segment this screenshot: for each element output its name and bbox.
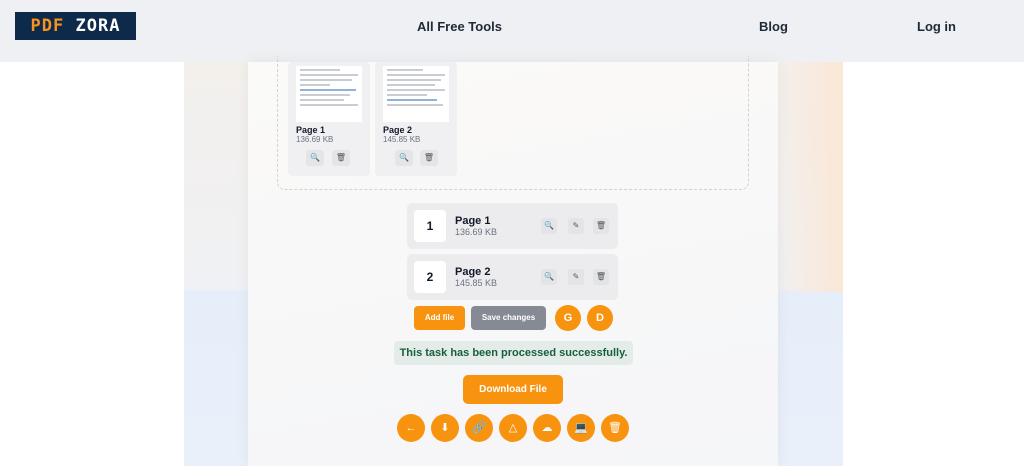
delete-icon[interactable]: 🗑: [420, 150, 438, 166]
cloud-icon[interactable]: ☁: [533, 414, 561, 442]
computer-icon[interactable]: 💻: [567, 414, 595, 442]
zoom-icon[interactable]: 🔍: [541, 218, 557, 234]
page-number: 2: [414, 261, 446, 293]
page-size: 136.69 KB: [455, 227, 498, 237]
zoom-icon[interactable]: 🔍: [306, 150, 324, 166]
success-message: This task has been processed successfull…: [394, 341, 633, 365]
link-icon[interactable]: 🔗: [465, 414, 493, 442]
header-bar: PDF ZORA All Free Tools Blog Log in: [0, 0, 1024, 62]
thumbnail-size: 145.85 KB: [383, 135, 421, 144]
page-list-item[interactable]: 1 Page 1 136.69 KB 🔍 ✎ 🗑: [407, 203, 618, 249]
page-size: 145.85 KB: [455, 278, 498, 288]
page-name: Page 1: [455, 215, 491, 227]
download-icon[interactable]: ⬇: [431, 414, 459, 442]
delete-icon[interactable]: 🗑: [593, 269, 609, 285]
add-file-button[interactable]: Add file: [414, 306, 465, 330]
thumbnail-size: 136.69 KB: [296, 135, 334, 144]
delete-icon[interactable]: 🗑: [593, 218, 609, 234]
google-drive-button[interactable]: G: [555, 305, 581, 331]
thumbnail-name: Page 2: [383, 125, 413, 135]
dropbox-button[interactable]: D: [587, 305, 613, 331]
nav-all-free-tools[interactable]: All Free Tools: [417, 19, 502, 34]
page-name: Page 2: [455, 266, 491, 278]
page-preview-image: [296, 66, 362, 122]
save-changes-button[interactable]: Save changes: [471, 306, 546, 330]
page-thumbnail[interactable]: Page 1 136.69 KB 🔍 🗑: [288, 62, 370, 176]
back-arrow-icon[interactable]: ←: [397, 414, 425, 442]
delete-icon[interactable]: 🗑: [332, 150, 350, 166]
logo[interactable]: PDF ZORA: [15, 12, 136, 40]
page-number: 1: [414, 210, 446, 242]
zoom-icon[interactable]: 🔍: [541, 269, 557, 285]
google-drive-icon[interactable]: △: [499, 414, 527, 442]
page-thumbnail[interactable]: Page 2 145.85 KB 🔍 🗑: [375, 62, 457, 176]
download-file-button[interactable]: Download File: [463, 375, 563, 404]
nav-blog[interactable]: Blog: [759, 19, 788, 34]
thumbnail-name: Page 1: [296, 125, 326, 135]
edit-icon[interactable]: ✎: [568, 269, 584, 285]
page-list-item[interactable]: 2 Page 2 145.85 KB 🔍 ✎ 🗑: [407, 254, 618, 300]
trash-icon[interactable]: 🗑: [601, 414, 629, 442]
zoom-icon[interactable]: 🔍: [395, 150, 413, 166]
background-tint: [773, 62, 843, 292]
nav-login[interactable]: Log in: [917, 19, 956, 34]
page-preview-image: [383, 66, 449, 122]
edit-icon[interactable]: ✎: [568, 218, 584, 234]
